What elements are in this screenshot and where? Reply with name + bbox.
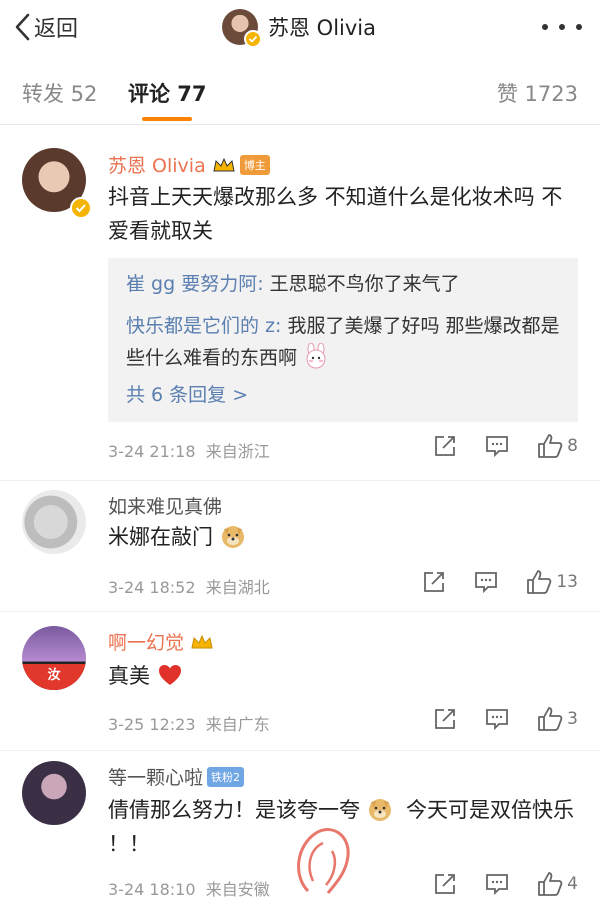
avatar[interactable] bbox=[22, 490, 86, 554]
comment-actions: 13 bbox=[422, 569, 578, 595]
username-text: 等一颗心啦 bbox=[108, 767, 204, 789]
comment-text-content: 倩倩那么努力！是该夸一夸 bbox=[108, 798, 360, 822]
comment-item: 汝 啊一幻觉 真美 3-25 12:23 来自广东 3 bbox=[0, 612, 600, 750]
comment-location: 来自湖北 bbox=[205, 578, 270, 597]
comment-meta: 3-25 12:23 来自广东 bbox=[108, 711, 270, 735]
like-button[interactable]: 8 bbox=[537, 433, 578, 459]
active-tab-indicator bbox=[142, 117, 192, 121]
doge-emoji-icon bbox=[221, 526, 244, 548]
comment-icon[interactable] bbox=[485, 434, 509, 458]
avatar[interactable] bbox=[22, 761, 86, 825]
comment-actions: 3 bbox=[433, 706, 578, 732]
like-count: 3 bbox=[567, 709, 578, 729]
reply-username[interactable]: 崔 gg 要努力阿 bbox=[126, 273, 257, 295]
verified-icon bbox=[70, 197, 92, 219]
chevron-left-icon bbox=[15, 13, 30, 41]
comment-username[interactable]: 苏恩 Olivia 博主 bbox=[108, 151, 270, 178]
comment-username[interactable]: 等一颗心啦 铁粉2 bbox=[108, 763, 245, 790]
bunny-emoji-icon bbox=[306, 343, 326, 369]
username-text: 苏恩 Olivia bbox=[108, 155, 206, 177]
comment-icon[interactable] bbox=[474, 570, 498, 594]
comment-icon[interactable] bbox=[485, 707, 509, 731]
verified-badge-icon bbox=[244, 30, 262, 48]
like-button[interactable]: 3 bbox=[537, 706, 578, 732]
comment-text-content: 真美 bbox=[108, 664, 150, 688]
repost-icon[interactable] bbox=[422, 570, 446, 594]
tab-repost[interactable]: 转发 52 bbox=[22, 78, 97, 108]
comment-time: 3-24 18:52 bbox=[108, 578, 196, 597]
comment-text-content: 米娜在敲门 bbox=[108, 525, 213, 549]
comment-item: 苏恩 Olivia 博主 抖音上天天爆改那么多 不知道什么是化妆术吗 不爱看就取… bbox=[0, 125, 600, 480]
comment-time: 3-25 12:23 bbox=[108, 715, 196, 734]
thumbs-up-icon bbox=[527, 570, 552, 594]
comment-actions: 4 bbox=[433, 871, 578, 897]
comment-username[interactable]: 啊一幻觉 bbox=[108, 628, 214, 655]
fan-badge: 铁粉2 bbox=[207, 766, 245, 787]
author-avatar[interactable] bbox=[222, 9, 262, 48]
repost-icon[interactable] bbox=[433, 707, 457, 731]
username-text: 如来难见真佛 bbox=[108, 496, 223, 518]
comment-text: 真美 bbox=[108, 659, 578, 693]
comment-meta: 3-24 18:52 来自湖北 bbox=[108, 574, 270, 598]
repost-icon[interactable] bbox=[433, 872, 457, 896]
comment-actions: 8 bbox=[433, 433, 578, 459]
comment-time: 3-24 18:10 bbox=[108, 880, 196, 899]
view-all-replies-link[interactable]: 共 6 条回复 > bbox=[126, 380, 248, 407]
like-count: 13 bbox=[556, 572, 578, 592]
avatar[interactable]: 汝 bbox=[22, 626, 86, 690]
top-nav-bar: 返回 苏恩 Olivia bbox=[0, 0, 600, 56]
comment-meta: 3-24 21:18 来自浙江 bbox=[108, 438, 270, 462]
tab-likes[interactable]: 赞 1723 bbox=[497, 78, 578, 108]
thumbs-up-icon bbox=[538, 872, 563, 896]
comment-location: 来自广东 bbox=[205, 715, 270, 734]
comment-username[interactable]: 如来难见真佛 bbox=[108, 492, 222, 519]
comment-text: 米娜在敲门 bbox=[108, 520, 578, 554]
repost-icon[interactable] bbox=[433, 434, 457, 458]
reply-item: 快乐都是它们的 z: 我服了美爆了好吗 那些爆改都是些什么难看的东西啊 bbox=[126, 315, 560, 369]
comment-item: 如来难见真佛 米娜在敲门 3-24 18:52 来自湖北 13 bbox=[0, 481, 600, 611]
tab-bar: 转发 52 评论 77 赞 1723 bbox=[0, 66, 600, 124]
username-text: 啊一幻觉 bbox=[108, 632, 185, 654]
thumbs-up-icon bbox=[538, 707, 563, 731]
back-button[interactable]: 返回 bbox=[14, 10, 78, 44]
crown-icon bbox=[213, 157, 235, 171]
crown-icon bbox=[191, 634, 213, 648]
like-button[interactable]: 4 bbox=[537, 871, 578, 897]
comment-icon[interactable] bbox=[485, 872, 509, 896]
comment-location: 来自安徽 bbox=[205, 880, 270, 899]
author-badge: 博主 bbox=[239, 154, 270, 175]
watermark-logo-icon bbox=[297, 828, 350, 894]
comment-time: 3-24 21:18 bbox=[108, 442, 196, 461]
tab-comments[interactable]: 评论 77 bbox=[128, 78, 207, 108]
back-label: 返回 bbox=[34, 17, 79, 42]
page-title: 苏恩 Olivia bbox=[268, 16, 377, 40]
comment-location: 来自浙江 bbox=[205, 442, 270, 461]
like-count: 4 bbox=[567, 874, 578, 894]
comment-text: 抖音上天天爆改那么多 不知道什么是化妆术吗 不爱看就取关 bbox=[108, 185, 563, 243]
doge-emoji-icon bbox=[368, 799, 391, 821]
like-count: 8 bbox=[567, 436, 578, 456]
more-options-icon[interactable] bbox=[542, 18, 582, 36]
comment-item: 等一颗心啦 铁粉2 倩倩那么努力！是该夸一夸 今天可是双倍快乐 ！！ 3-24 … bbox=[0, 751, 600, 911]
avatar-caption: 汝 bbox=[22, 664, 86, 690]
thumbs-up-icon bbox=[538, 434, 563, 458]
reply-box[interactable]: 崔 gg 要努力阿: 王思聪不鸟你了来气了 快乐都是它们的 z: 我服了美爆了好… bbox=[108, 258, 578, 422]
like-button[interactable]: 13 bbox=[526, 569, 578, 595]
reply-text: 王思聪不鸟你了来气了 bbox=[269, 273, 460, 295]
comment-meta: 3-24 18:10 来自安徽 bbox=[108, 876, 270, 900]
reply-item: 崔 gg 要努力阿: 王思聪不鸟你了来气了 bbox=[126, 273, 460, 295]
heart-emoji-icon bbox=[158, 665, 181, 685]
reply-username[interactable]: 快乐都是它们的 z bbox=[126, 315, 275, 337]
page-title-group[interactable]: 苏恩 Olivia bbox=[222, 6, 376, 48]
